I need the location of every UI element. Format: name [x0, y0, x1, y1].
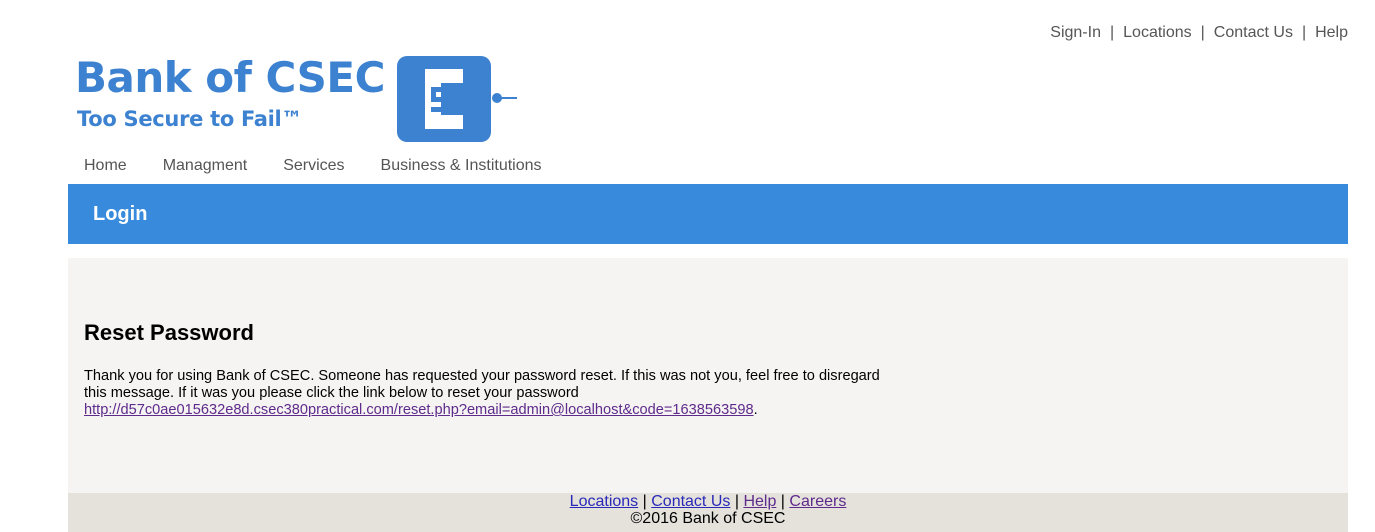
page-title: Login	[93, 203, 148, 225]
utility-nav: Sign-In | Locations | Contact Us | Help	[1050, 24, 1348, 42]
separator: |	[780, 493, 785, 510]
footer-links: Locations | Contact Us | Help | Careers	[68, 493, 1348, 510]
separator: |	[1200, 24, 1205, 41]
trailing-period: .	[753, 402, 758, 418]
help-link[interactable]: Help	[1315, 24, 1348, 42]
footer-contact-us-link[interactable]: Contact Us	[651, 493, 730, 510]
footer: Locations | Contact Us | Help | Careers …	[68, 493, 1348, 532]
nav-business-institutions[interactable]: Business & Institutions	[381, 157, 542, 175]
content-panel: Reset Password Thank you for using Bank …	[68, 258, 1348, 493]
bank-logo-mark-icon	[397, 56, 517, 142]
separator: |	[1109, 24, 1115, 41]
main-nav: Home Managment Services Business & Insti…	[84, 157, 542, 175]
page-title-bar: Login	[68, 184, 1348, 244]
footer-help-link[interactable]: Help	[743, 493, 776, 510]
locations-link[interactable]: Locations	[1123, 24, 1192, 42]
nav-services[interactable]: Services	[283, 157, 344, 175]
separator: |	[642, 493, 647, 510]
logo-tagline: Too Secure to Fail™	[77, 107, 303, 131]
footer-copyright: ©2016 Bank of CSEC	[630, 510, 786, 527]
sign-in-link[interactable]: Sign-In	[1050, 24, 1101, 42]
separator: |	[734, 493, 739, 510]
reset-password-link[interactable]: http://d57c0ae015632e8d.csec380practical…	[84, 402, 754, 418]
reset-message: Thank you for using Bank of CSEC. Someon…	[84, 368, 904, 419]
separator: |	[1301, 24, 1307, 41]
footer-locations-link[interactable]: Locations	[570, 493, 639, 510]
bank-logo[interactable]: Bank of CSEC Too Secure to Fail™	[75, 54, 520, 144]
logo-name: Bank of CSEC	[75, 53, 385, 102]
nav-home[interactable]: Home	[84, 157, 127, 175]
nav-management[interactable]: Managment	[163, 157, 248, 175]
reset-message-text: Thank you for using Bank of CSEC. Someon…	[84, 368, 880, 401]
reset-password-heading: Reset Password	[84, 320, 254, 345]
contact-us-link[interactable]: Contact Us	[1214, 24, 1293, 42]
footer-careers-link[interactable]: Careers	[789, 493, 846, 510]
